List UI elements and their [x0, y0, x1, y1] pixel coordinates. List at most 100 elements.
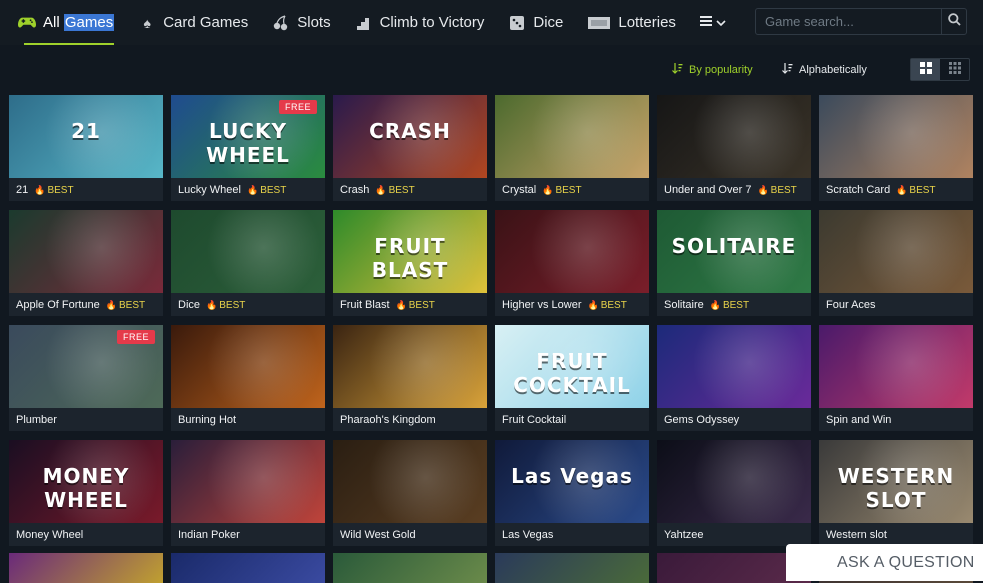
game-caption: Fruit Blast 🔥 BEST [340, 299, 435, 311]
search-button[interactable] [941, 9, 966, 34]
game-card[interactable]: Pharaoh's Kingdom [333, 325, 487, 431]
game-card[interactable]: WESTERN SLOT Western slot [819, 440, 973, 546]
best-label: BEST [119, 299, 146, 311]
tab-label: Card Games [163, 14, 249, 31]
search-input[interactable] [756, 9, 941, 34]
sort-icon [782, 63, 793, 77]
game-caption: Pharaoh's Kingdom [340, 414, 436, 426]
chevron-down-icon [716, 14, 726, 31]
game-card[interactable] [171, 553, 325, 583]
large-grid-view-button[interactable] [911, 59, 940, 80]
tab-slots[interactable]: Slots [260, 0, 342, 45]
game-card[interactable]: Spin and Win [819, 325, 973, 431]
search-icon [947, 12, 961, 31]
game-card[interactable]: Scratch Card 🔥 BEST [819, 95, 973, 201]
best-label: BEST [388, 184, 415, 196]
game-thumbnail [171, 440, 325, 523]
grid-small-icon [948, 61, 961, 79]
view-switcher [910, 58, 970, 81]
flame-icon: 🔥 [395, 299, 407, 310]
game-caption: Fruit Cocktail [502, 414, 566, 426]
sort-alphabetically[interactable]: Alphabetically [782, 63, 867, 77]
game-card[interactable]: CRASH Crash 🔥 BEST [333, 95, 487, 201]
game-card[interactable]: SOLITAIRE Solitaire 🔥 BEST [657, 210, 811, 316]
game-name: Gems Odyssey [664, 414, 740, 426]
game-card[interactable]: Las Vegas Las Vegas [495, 440, 649, 546]
game-thumbnail [819, 210, 973, 293]
game-name: Scratch Card [826, 184, 891, 196]
flame-icon: 🔥 [105, 299, 117, 310]
best-badge: 🔥 BEST [247, 185, 286, 196]
game-thumbnail [819, 325, 973, 408]
game-card[interactable]: Four Aces [819, 210, 973, 316]
ask-a-question-button[interactable]: ASK A QUESTION [786, 544, 983, 581]
best-label: BEST [260, 184, 287, 196]
best-badge: 🔥 BEST [542, 185, 581, 196]
game-caption: Apple Of Fortune 🔥 BEST [16, 299, 145, 311]
game-artwork-shade [657, 95, 811, 178]
game-thumbnail [495, 210, 649, 293]
game-caption: Under and Over 7 🔥 BEST [664, 184, 797, 196]
flame-icon: 🔥 [587, 299, 599, 310]
game-card[interactable]: Apple Of Fortune 🔥 BEST [9, 210, 163, 316]
game-card[interactable]: LUCKY WHEEL FREE Lucky Wheel 🔥 BEST [171, 95, 325, 201]
game-card[interactable]: Indian Poker [171, 440, 325, 546]
game-card[interactable]: 21 21 🔥 BEST [9, 95, 163, 201]
game-thumbnail: LUCKY WHEEL FREE [171, 95, 325, 178]
game-name: Burning Hot [178, 414, 237, 426]
game-card[interactable]: Gems Odyssey [657, 325, 811, 431]
tab-games-label: Games [63, 14, 115, 31]
game-artwork-shade [819, 325, 973, 408]
game-card[interactable]: Yahtzee [657, 440, 811, 546]
game-name: Apple Of Fortune [16, 299, 100, 311]
tab-all-label: All [43, 14, 60, 31]
game-thumbnail: 21 [9, 95, 163, 178]
game-card[interactable]: Dice 🔥 BEST [171, 210, 325, 316]
game-name: Yahtzee [664, 529, 704, 541]
game-artwork-shade [333, 440, 487, 523]
game-name: Dice [178, 299, 201, 311]
game-thumbnail [657, 440, 811, 523]
top-nav: All Games ♠ Card Games Slots Climb to Vi… [0, 0, 983, 45]
flame-icon: 🔥 [246, 184, 259, 195]
tab-dice[interactable]: Dice [496, 0, 575, 45]
sort-by-popularity[interactable]: By popularity [672, 63, 753, 77]
game-caption: Crystal 🔥 BEST [502, 184, 582, 196]
game-card[interactable]: Under and Over 7 🔥 BEST [657, 95, 811, 201]
game-caption: Gems Odyssey [664, 414, 739, 426]
flame-icon: 🔥 [709, 299, 721, 310]
game-thumbnail: FRUIT BLAST [333, 210, 487, 293]
gamepad-icon [18, 14, 36, 32]
game-card[interactable]: FREE Plumber [9, 325, 163, 431]
game-artwork-shade [333, 325, 487, 408]
stairs-icon [355, 14, 373, 32]
game-card[interactable]: FRUIT COCKTAIL Fruit Cocktail [495, 325, 649, 431]
game-card[interactable]: Higher vs Lower 🔥 BEST [495, 210, 649, 316]
game-artwork-title: MONEY WHEEL [42, 464, 130, 512]
game-card[interactable]: MONEY WHEEL Money Wheel [9, 440, 163, 546]
small-grid-view-button[interactable] [940, 59, 969, 80]
game-artwork-shade [819, 210, 973, 293]
tab-lotteries[interactable]: Lotteries [575, 0, 688, 45]
dice-icon [508, 14, 526, 32]
game-thumbnail: Las Vegas [495, 440, 649, 523]
game-card[interactable]: FRUIT BLAST Fruit Blast 🔥 BEST [333, 210, 487, 316]
tab-card-games[interactable]: ♠ Card Games [126, 0, 260, 45]
tab-all-games[interactable]: All Games [6, 0, 126, 45]
game-caption: Indian Poker [178, 529, 240, 541]
game-card[interactable] [9, 553, 163, 583]
game-card[interactable] [333, 553, 487, 583]
flame-icon: 🔥 [375, 184, 387, 195]
game-thumbnail [495, 95, 649, 178]
game-card[interactable]: Burning Hot [171, 325, 325, 431]
tab-label: Dice [533, 14, 564, 31]
game-caption: 21 🔥 BEST [16, 184, 74, 196]
game-card[interactable] [495, 553, 649, 583]
best-label: BEST [600, 299, 627, 311]
tab-label: Slots [297, 14, 331, 31]
game-card[interactable]: Wild West Gold [333, 440, 487, 546]
tab-climb-to-victory[interactable]: Climb to Victory [343, 0, 497, 45]
more-categories-button[interactable] [688, 0, 738, 45]
flame-icon: 🔥 [542, 184, 554, 195]
game-card[interactable]: Crystal 🔥 BEST [495, 95, 649, 201]
